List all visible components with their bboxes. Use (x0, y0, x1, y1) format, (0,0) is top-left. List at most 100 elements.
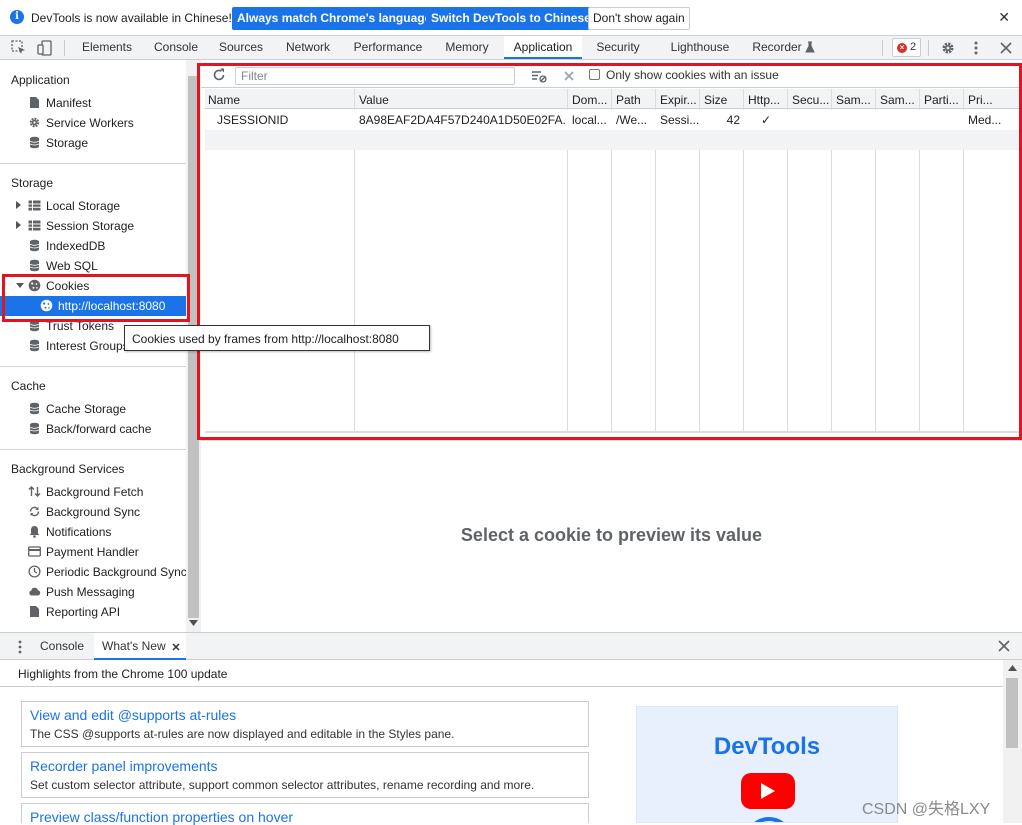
database-icon (28, 422, 41, 435)
sidebar-item-session-storage[interactable]: Session Storage (0, 216, 186, 236)
sidebar-item-cookies[interactable]: Cookies (0, 276, 186, 296)
highlights-title: Highlights from the Chrome 100 update (18, 667, 228, 681)
tab-memory[interactable]: Memory (438, 36, 496, 59)
tab-application[interactable]: Application (504, 36, 582, 59)
feature-card[interactable]: Recorder panel improvements Set custom s… (21, 752, 589, 798)
sidebar-item-push-messaging[interactable]: Push Messaging (0, 582, 186, 602)
sidebar-item-manifest[interactable]: Manifest (0, 93, 186, 113)
sidebar-item-label: Manifest (46, 96, 92, 110)
match-language-button[interactable]: Always match Chrome's language (232, 7, 437, 30)
feature-card-title[interactable]: View and edit @supports at-rules (30, 707, 236, 723)
clear-filtered-cookies-icon[interactable] (531, 68, 547, 84)
drawer-tab-label: What's New (102, 639, 166, 653)
drawer-scrollbar[interactable] (1003, 660, 1022, 823)
sync-icon (28, 505, 41, 518)
col-header-size[interactable]: Size (704, 93, 727, 107)
expand-arrow-icon[interactable] (16, 221, 21, 229)
sidebar-item-background-fetch[interactable]: Background Fetch (0, 482, 186, 502)
sidebar-item-cookie-origin[interactable]: http://localhost:8080 (0, 296, 186, 316)
infobar-close-icon[interactable]: ✕ (998, 9, 1010, 26)
refresh-icon[interactable] (211, 67, 227, 83)
close-tab-icon[interactable] (172, 643, 180, 651)
experimental-flask-icon (804, 41, 816, 53)
document-icon (28, 605, 41, 618)
sidebar-item-cache-storage[interactable]: Cache Storage (0, 399, 186, 419)
sidebar-item-label: Trust Tokens (46, 319, 115, 333)
sidebar-item-web-sql[interactable]: Web SQL (0, 256, 186, 276)
table-row[interactable]: JSESSIONID 8A98EAF2DA4F57D240A1D50E02FA.… (205, 110, 1019, 130)
sidebar-item-indexeddb[interactable]: IndexedDB (0, 236, 186, 256)
devtools-video-promo[interactable]: DevTools (636, 706, 898, 823)
sidebar-item-periodic-background-sync[interactable]: Periodic Background Sync (0, 562, 186, 582)
col-header-path[interactable]: Path (616, 93, 641, 107)
tab-network[interactable]: Network (278, 36, 338, 59)
scrollbar-thumb[interactable] (1006, 678, 1018, 748)
device-toolbar-icon[interactable] (37, 40, 53, 56)
col-header-samesite[interactable]: Sam... (836, 93, 871, 107)
col-header-name[interactable]: Name (208, 93, 240, 107)
whats-new-header: Highlights from the Chrome 100 update (0, 660, 1003, 687)
cell-value: 8A98EAF2DA4F57D240A1D50E02FA... (359, 113, 565, 127)
sidebar-item-local-storage[interactable]: Local Storage (0, 196, 186, 216)
sidebar-item-label: http://localhost:8080 (58, 299, 166, 313)
info-icon: i (10, 10, 24, 24)
database-icon (28, 259, 41, 272)
error-count-badge[interactable]: × 2 (892, 38, 921, 57)
tab-sources[interactable]: Sources (212, 36, 270, 59)
close-drawer-icon[interactable] (997, 639, 1013, 655)
sidebar-section-application: Application (11, 73, 70, 87)
tab-lighthouse[interactable]: Lighthouse (664, 36, 736, 59)
collapse-arrow-icon[interactable] (16, 283, 24, 288)
settings-gear-icon[interactable] (940, 40, 956, 56)
cell-path: /We... (616, 113, 648, 127)
sidebar-item-label: Local Storage (46, 199, 121, 213)
tab-elements[interactable]: Elements (74, 36, 140, 59)
switch-to-chinese-button[interactable]: Switch DevTools to Chinese (426, 7, 596, 30)
col-header-httponly[interactable]: Http... (748, 93, 780, 107)
preview-placeholder-text: Select a cookie to preview its value (460, 525, 763, 545)
sidebar-item-background-sync[interactable]: Background Sync (0, 502, 186, 522)
close-devtools-icon[interactable] (998, 40, 1014, 56)
col-header-value[interactable]: Value (359, 93, 389, 107)
dont-show-again-button[interactable]: Don't show again (588, 7, 690, 30)
drawer-tab-console[interactable]: Console (36, 633, 88, 660)
col-header-sameparty[interactable]: Sam... (880, 93, 915, 107)
col-header-priority[interactable]: Pri... (968, 93, 993, 107)
sidebar-item-payment-handler[interactable]: Payment Handler (0, 542, 186, 562)
sidebar-item-label: Web SQL (46, 259, 98, 273)
sidebar-item-reporting-api[interactable]: Reporting API (0, 602, 186, 622)
col-header-partition-key[interactable]: Parti... (924, 93, 959, 107)
drawer-menu-icon[interactable] (12, 639, 28, 655)
sidebar-item-service-workers[interactable]: Service Workers (0, 113, 186, 133)
devtools-logo-icon (745, 817, 793, 822)
tab-performance[interactable]: Performance (346, 36, 430, 59)
tab-console[interactable]: Console (146, 36, 206, 59)
devtools-toolbar: Elements Console Sources Network Perform… (0, 36, 1022, 60)
sidebar-item-back-forward-cache[interactable]: Back/forward cache (0, 419, 186, 439)
feature-card[interactable]: Preview class/function properties on hov… (21, 803, 589, 825)
expand-arrow-icon[interactable] (16, 201, 21, 209)
sidebar-item-label: IndexedDB (46, 239, 106, 253)
tab-recorder[interactable]: Recorder (748, 36, 806, 59)
sidebar-item-label: Back/forward cache (46, 422, 152, 436)
inspect-element-icon[interactable] (11, 40, 27, 56)
col-header-expires[interactable]: Expir... (660, 93, 697, 107)
youtube-play-icon[interactable] (741, 773, 795, 809)
feature-card-title[interactable]: Recorder panel improvements (30, 758, 218, 774)
delete-all-cookies-icon[interactable] (561, 68, 577, 84)
only-issues-checkbox[interactable] (589, 69, 600, 80)
feature-card[interactable]: View and edit @supports at-rules The CSS… (21, 701, 589, 747)
col-header-secure[interactable]: Secu... (792, 93, 829, 107)
tab-security[interactable]: Security (590, 36, 646, 59)
cookie-filter-input[interactable] (235, 67, 515, 85)
table-grid-icon (28, 199, 41, 212)
more-options-icon[interactable] (968, 40, 984, 56)
cookie-preview-pane: Select a cookie to preview its value (201, 440, 1022, 632)
scroll-up-arrow-icon[interactable] (1008, 665, 1017, 671)
drawer-tab-whats-new[interactable]: What's New (94, 633, 186, 660)
sidebar-item-notifications[interactable]: Notifications (0, 522, 186, 542)
scroll-down-arrow-icon[interactable] (189, 620, 198, 626)
gear-icon (28, 116, 41, 129)
sidebar-item-storage[interactable]: Storage (0, 133, 186, 153)
col-header-domain[interactable]: Dom... (572, 93, 610, 107)
